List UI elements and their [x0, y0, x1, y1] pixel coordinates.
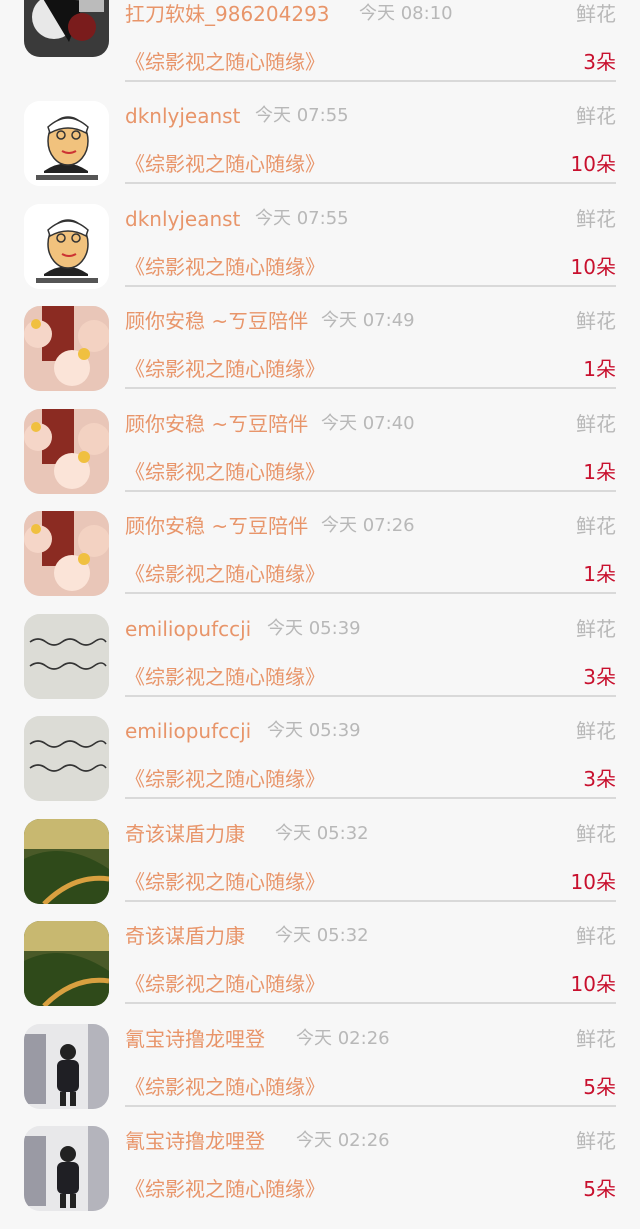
avatar[interactable] [24, 511, 109, 596]
divider [125, 387, 616, 389]
gift-count: 10朵 [570, 152, 616, 176]
book-title[interactable]: 《综影视之随心随缘》 [125, 969, 325, 999]
book-title[interactable]: 《综影视之随心随缘》 [125, 457, 325, 487]
user-name[interactable]: 顾你安稳 ~ㄎ豆陪伴 [125, 511, 308, 541]
book-title[interactable]: 《综影视之随心随缘》 [125, 1174, 325, 1204]
timestamp: 今天 07:55 [255, 105, 349, 126]
gift-count: 10朵 [570, 972, 616, 996]
book-title[interactable]: 《综影视之随心随缘》 [125, 662, 325, 692]
list-item[interactable]: 顾你安稳 ~ㄎ豆陪伴 今天 07:40 鲜花 《综影视之随心随缘》 1朵 [0, 409, 640, 512]
timestamp: 今天 05:32 [275, 823, 369, 844]
divider [125, 797, 616, 799]
timestamp: 今天 05:39 [267, 618, 361, 639]
gift-count: 5朵 [583, 1177, 616, 1201]
gift-count: 1朵 [583, 460, 616, 484]
user-name[interactable]: dknlyjeanst [125, 204, 240, 234]
user-name[interactable]: 顾你安稳 ~ㄎ豆陪伴 [125, 409, 308, 439]
list-item[interactable]: emiliopufccji 今天 05:39 鲜花 《综影视之随心随缘》 3朵 [0, 716, 640, 819]
user-name[interactable]: 奇该谋盾力康 [125, 921, 245, 951]
gift-type: 鲜花 [576, 412, 616, 436]
list-item[interactable]: 扛刀软妹_986204293 今天 08:10 鲜花 《综影视之随心随缘》 3朵 [0, 0, 640, 102]
gift-type: 鲜花 [576, 924, 616, 948]
gift-type: 鲜花 [576, 104, 616, 128]
divider [125, 490, 616, 492]
timestamp: 今天 02:26 [296, 1028, 390, 1049]
timestamp: 今天 02:26 [296, 1130, 390, 1151]
avatar[interactable] [24, 409, 109, 494]
avatar[interactable] [24, 204, 109, 289]
avatar[interactable] [24, 921, 109, 1006]
user-name[interactable]: emiliopufccji [125, 614, 251, 644]
divider [125, 592, 616, 594]
avatar[interactable] [24, 819, 109, 904]
gift-count: 1朵 [583, 562, 616, 586]
list-item[interactable]: emiliopufccji 今天 05:39 鲜花 《综影视之随心随缘》 3朵 [0, 614, 640, 717]
user-name[interactable]: emiliopufccji [125, 716, 251, 746]
gift-type: 鲜花 [576, 514, 616, 538]
user-name[interactable]: 氰宝诗撸龙哩登 [125, 1126, 265, 1156]
avatar[interactable] [24, 101, 109, 186]
avatar[interactable] [24, 1126, 109, 1211]
book-title[interactable]: 《综影视之随心随缘》 [125, 764, 325, 794]
divider [125, 182, 616, 184]
gift-type: 鲜花 [576, 1027, 616, 1051]
list-item[interactable]: dknlyjeanst 今天 07:55 鲜花 《综影视之随心随缘》 10朵 [0, 101, 640, 204]
timestamp: 今天 07:26 [321, 515, 415, 536]
list-item[interactable]: 奇该谋盾力康 今天 05:32 鲜花 《综影视之随心随缘》 10朵 [0, 819, 640, 922]
gift-count: 3朵 [583, 767, 616, 791]
avatar[interactable] [24, 614, 109, 699]
avatar[interactable] [24, 1024, 109, 1109]
user-name[interactable]: 奇该谋盾力康 [125, 819, 245, 849]
book-title[interactable]: 《综影视之随心随缘》 [125, 1072, 325, 1102]
gift-count: 5朵 [583, 1075, 616, 1099]
list-item[interactable]: 顾你安稳 ~ㄎ豆陪伴 今天 07:49 鲜花 《综影视之随心随缘》 1朵 [0, 306, 640, 409]
gift-type: 鲜花 [576, 207, 616, 231]
divider [125, 1002, 616, 1004]
divider [125, 695, 616, 697]
user-name[interactable]: dknlyjeanst [125, 101, 240, 131]
book-title[interactable]: 《综影视之随心随缘》 [125, 252, 325, 282]
gift-type: 鲜花 [576, 617, 616, 641]
divider [125, 900, 616, 902]
divider [125, 1105, 616, 1107]
book-title[interactable]: 《综影视之随心随缘》 [125, 867, 325, 897]
list-item[interactable]: dknlyjeanst 今天 07:55 鲜花 《综影视之随心随缘》 10朵 [0, 204, 640, 307]
gift-count: 10朵 [570, 870, 616, 894]
timestamp: 今天 07:40 [321, 413, 415, 434]
book-title[interactable]: 《综影视之随心随缘》 [125, 47, 325, 77]
timestamp: 今天 08:10 [359, 3, 453, 24]
divider [125, 285, 616, 287]
avatar[interactable] [24, 0, 109, 57]
avatar[interactable] [24, 306, 109, 391]
book-title[interactable]: 《综影视之随心随缘》 [125, 149, 325, 179]
user-name[interactable]: 扛刀软妹_986204293 [125, 0, 330, 29]
avatar[interactable] [24, 716, 109, 801]
list-item[interactable]: 氰宝诗撸龙哩登 今天 02:26 鲜花 《综影视之随心随缘》 5朵 [0, 1024, 640, 1127]
gift-record-list: 扛刀软妹_986204293 今天 08:10 鲜花 《综影视之随心随缘》 3朵… [0, 0, 640, 1211]
user-name[interactable]: 氰宝诗撸龙哩登 [125, 1024, 265, 1054]
list-item[interactable]: 氰宝诗撸龙哩登 今天 02:26 鲜花 《综影视之随心随缘》 5朵 [0, 1126, 640, 1229]
divider [125, 80, 616, 82]
book-title[interactable]: 《综影视之随心随缘》 [125, 559, 325, 589]
gift-count: 1朵 [583, 357, 616, 381]
gift-count: 3朵 [583, 665, 616, 689]
gift-type: 鲜花 [576, 2, 616, 26]
gift-type: 鲜花 [576, 1129, 616, 1153]
timestamp: 今天 05:32 [275, 925, 369, 946]
gift-type: 鲜花 [576, 719, 616, 743]
gift-type: 鲜花 [576, 309, 616, 333]
gift-count: 3朵 [583, 50, 616, 74]
book-title[interactable]: 《综影视之随心随缘》 [125, 354, 325, 384]
timestamp: 今天 07:49 [321, 310, 415, 331]
timestamp: 今天 07:55 [255, 208, 349, 229]
gift-count: 10朵 [570, 255, 616, 279]
list-item[interactable]: 奇该谋盾力康 今天 05:32 鲜花 《综影视之随心随缘》 10朵 [0, 921, 640, 1024]
user-name[interactable]: 顾你安稳 ~ㄎ豆陪伴 [125, 306, 308, 336]
gift-type: 鲜花 [576, 822, 616, 846]
list-item[interactable]: 顾你安稳 ~ㄎ豆陪伴 今天 07:26 鲜花 《综影视之随心随缘》 1朵 [0, 511, 640, 614]
timestamp: 今天 05:39 [267, 720, 361, 741]
